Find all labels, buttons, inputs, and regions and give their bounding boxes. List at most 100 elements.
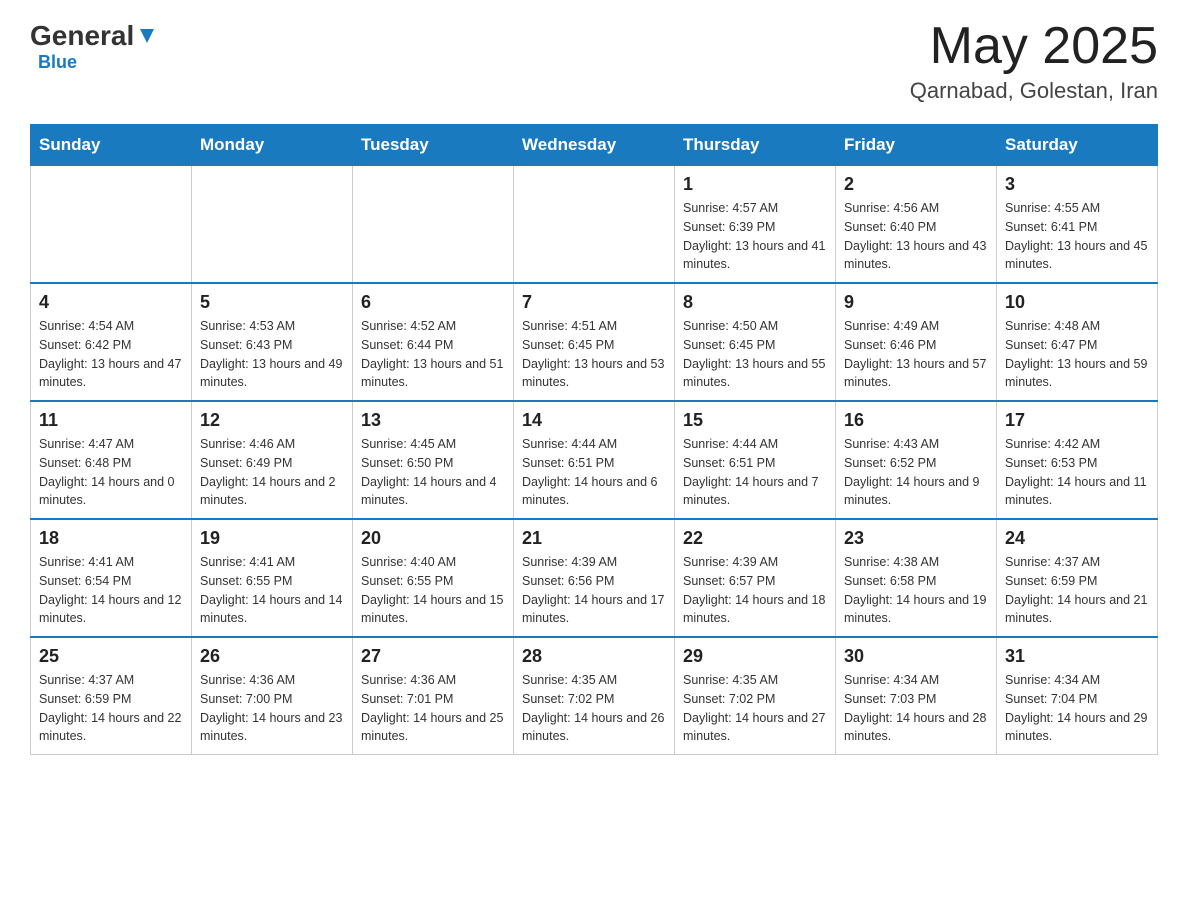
calendar-cell: 13 Sunrise: 4:45 AMSunset: 6:50 PMDayligh… (353, 401, 514, 519)
calendar-cell: 14 Sunrise: 4:44 AMSunset: 6:51 PMDayligh… (514, 401, 675, 519)
day-info: Sunrise: 4:46 AMSunset: 6:49 PMDaylight:… (200, 435, 344, 510)
calendar-cell: 1 Sunrise: 4:57 AMSunset: 6:39 PMDaylight… (675, 166, 836, 284)
day-info: Sunrise: 4:34 AMSunset: 7:04 PMDaylight:… (1005, 671, 1149, 746)
day-info: Sunrise: 4:45 AMSunset: 6:50 PMDaylight:… (361, 435, 505, 510)
day-number: 1 (683, 174, 827, 195)
day-info: Sunrise: 4:55 AMSunset: 6:41 PMDaylight:… (1005, 199, 1149, 274)
day-number: 31 (1005, 646, 1149, 667)
calendar-cell: 18 Sunrise: 4:41 AMSunset: 6:54 PMDayligh… (31, 519, 192, 637)
day-info: Sunrise: 4:36 AMSunset: 7:01 PMDaylight:… (361, 671, 505, 746)
day-number: 13 (361, 410, 505, 431)
calendar-cell: 22 Sunrise: 4:39 AMSunset: 6:57 PMDayligh… (675, 519, 836, 637)
calendar-cell (31, 166, 192, 284)
day-header-thursday: Thursday (675, 125, 836, 166)
day-info: Sunrise: 4:43 AMSunset: 6:52 PMDaylight:… (844, 435, 988, 510)
day-number: 19 (200, 528, 344, 549)
calendar-week-row: 25Sunrise: 4:37 AMSunset: 6:59 PMDayligh… (31, 637, 1158, 755)
day-info: Sunrise: 4:39 AMSunset: 6:57 PMDaylight:… (683, 553, 827, 628)
day-info: Sunrise: 4:37 AMSunset: 6:59 PMDaylight:… (39, 671, 183, 746)
day-number: 26 (200, 646, 344, 667)
day-info: Sunrise: 4:35 AMSunset: 7:02 PMDaylight:… (522, 671, 666, 746)
calendar-table: SundayMondayTuesdayWednesdayThursdayFrid… (30, 124, 1158, 755)
day-info: Sunrise: 4:44 AMSunset: 6:51 PMDaylight:… (683, 435, 827, 510)
calendar-cell: 20Sunrise: 4:40 AMSunset: 6:55 PMDayligh… (353, 519, 514, 637)
calendar-header-row: SundayMondayTuesdayWednesdayThursdayFrid… (31, 125, 1158, 166)
day-info: Sunrise: 4:41 AMSunset: 6:54 PMDaylight:… (39, 553, 183, 628)
day-info: Sunrise: 4:57 AMSunset: 6:39 PMDaylight:… (683, 199, 827, 274)
day-info: Sunrise: 4:53 AMSunset: 6:43 PMDaylight:… (200, 317, 344, 392)
calendar-cell: 11Sunrise: 4:47 AMSunset: 6:48 PMDayligh… (31, 401, 192, 519)
day-header-monday: Monday (192, 125, 353, 166)
day-number: 18 (39, 528, 183, 549)
calendar-cell: 5 Sunrise: 4:53 AMSunset: 6:43 PMDaylight… (192, 283, 353, 401)
calendar-cell (353, 166, 514, 284)
logo-general-text: General (30, 20, 134, 52)
day-number: 11 (39, 410, 183, 431)
calendar-cell: 19 Sunrise: 4:41 AMSunset: 6:55 PMDayligh… (192, 519, 353, 637)
day-header-friday: Friday (836, 125, 997, 166)
calendar-cell: 12 Sunrise: 4:46 AMSunset: 6:49 PMDayligh… (192, 401, 353, 519)
day-info: Sunrise: 4:44 AMSunset: 6:51 PMDaylight:… (522, 435, 666, 510)
calendar-cell: 2 Sunrise: 4:56 AMSunset: 6:40 PMDaylight… (836, 166, 997, 284)
calendar-cell: 23 Sunrise: 4:38 AMSunset: 6:58 PMDayligh… (836, 519, 997, 637)
day-number: 12 (200, 410, 344, 431)
page-header: General Blue May 2025 Qarnabad, Golestan… (30, 20, 1158, 104)
day-number: 23 (844, 528, 988, 549)
calendar-week-row: 1 Sunrise: 4:57 AMSunset: 6:39 PMDaylight… (31, 166, 1158, 284)
day-number: 30 (844, 646, 988, 667)
calendar-cell: 9 Sunrise: 4:49 AMSunset: 6:46 PMDaylight… (836, 283, 997, 401)
day-info: Sunrise: 4:52 AMSunset: 6:44 PMDaylight:… (361, 317, 505, 392)
title-section: May 2025 Qarnabad, Golestan, Iran (910, 20, 1158, 104)
calendar-cell: 6 Sunrise: 4:52 AMSunset: 6:44 PMDaylight… (353, 283, 514, 401)
day-info: Sunrise: 4:48 AMSunset: 6:47 PMDaylight:… (1005, 317, 1149, 392)
day-number: 20 (361, 528, 505, 549)
logo-blue-text: Blue (38, 52, 77, 72)
calendar-cell: 3 Sunrise: 4:55 AMSunset: 6:41 PMDaylight… (997, 166, 1158, 284)
day-number: 21 (522, 528, 666, 549)
month-title: May 2025 (910, 20, 1158, 72)
day-info: Sunrise: 4:51 AMSunset: 6:45 PMDaylight:… (522, 317, 666, 392)
calendar-cell: 24 Sunrise: 4:37 AMSunset: 6:59 PMDayligh… (997, 519, 1158, 637)
calendar-cell: 28 Sunrise: 4:35 AMSunset: 7:02 PMDayligh… (514, 637, 675, 755)
day-number: 9 (844, 292, 988, 313)
day-number: 8 (683, 292, 827, 313)
calendar-cell: 7Sunrise: 4:51 AMSunset: 6:45 PMDaylight… (514, 283, 675, 401)
calendar-cell: 30 Sunrise: 4:34 AMSunset: 7:03 PMDayligh… (836, 637, 997, 755)
day-number: 17 (1005, 410, 1149, 431)
calendar-week-row: 4 Sunrise: 4:54 AMSunset: 6:42 PMDaylight… (31, 283, 1158, 401)
day-info: Sunrise: 4:54 AMSunset: 6:42 PMDaylight:… (39, 317, 183, 392)
day-header-wednesday: Wednesday (514, 125, 675, 166)
day-number: 2 (844, 174, 988, 195)
day-number: 15 (683, 410, 827, 431)
day-info: Sunrise: 4:34 AMSunset: 7:03 PMDaylight:… (844, 671, 988, 746)
day-number: 6 (361, 292, 505, 313)
day-number: 29 (683, 646, 827, 667)
day-info: Sunrise: 4:35 AMSunset: 7:02 PMDaylight:… (683, 671, 827, 746)
calendar-week-row: 11Sunrise: 4:47 AMSunset: 6:48 PMDayligh… (31, 401, 1158, 519)
day-info: Sunrise: 4:39 AMSunset: 6:56 PMDaylight:… (522, 553, 666, 628)
day-info: Sunrise: 4:37 AMSunset: 6:59 PMDaylight:… (1005, 553, 1149, 628)
calendar-cell: 27Sunrise: 4:36 AMSunset: 7:01 PMDayligh… (353, 637, 514, 755)
calendar-cell: 21 Sunrise: 4:39 AMSunset: 6:56 PMDayligh… (514, 519, 675, 637)
day-number: 24 (1005, 528, 1149, 549)
day-info: Sunrise: 4:41 AMSunset: 6:55 PMDaylight:… (200, 553, 344, 628)
day-info: Sunrise: 4:38 AMSunset: 6:58 PMDaylight:… (844, 553, 988, 628)
day-number: 5 (200, 292, 344, 313)
calendar-cell (514, 166, 675, 284)
day-info: Sunrise: 4:56 AMSunset: 6:40 PMDaylight:… (844, 199, 988, 274)
calendar-cell: 31 Sunrise: 4:34 AMSunset: 7:04 PMDayligh… (997, 637, 1158, 755)
day-number: 4 (39, 292, 183, 313)
location-text: Qarnabad, Golestan, Iran (910, 78, 1158, 104)
day-number: 14 (522, 410, 666, 431)
day-number: 22 (683, 528, 827, 549)
logo: General Blue (30, 20, 158, 73)
calendar-cell: 8Sunrise: 4:50 AMSunset: 6:45 PMDaylight… (675, 283, 836, 401)
calendar-cell: 16 Sunrise: 4:43 AMSunset: 6:52 PMDayligh… (836, 401, 997, 519)
day-number: 16 (844, 410, 988, 431)
day-info: Sunrise: 4:42 AMSunset: 6:53 PMDaylight:… (1005, 435, 1149, 510)
day-info: Sunrise: 4:49 AMSunset: 6:46 PMDaylight:… (844, 317, 988, 392)
day-number: 28 (522, 646, 666, 667)
day-number: 3 (1005, 174, 1149, 195)
calendar-cell: 29 Sunrise: 4:35 AMSunset: 7:02 PMDayligh… (675, 637, 836, 755)
calendar-cell: 17 Sunrise: 4:42 AMSunset: 6:53 PMDayligh… (997, 401, 1158, 519)
